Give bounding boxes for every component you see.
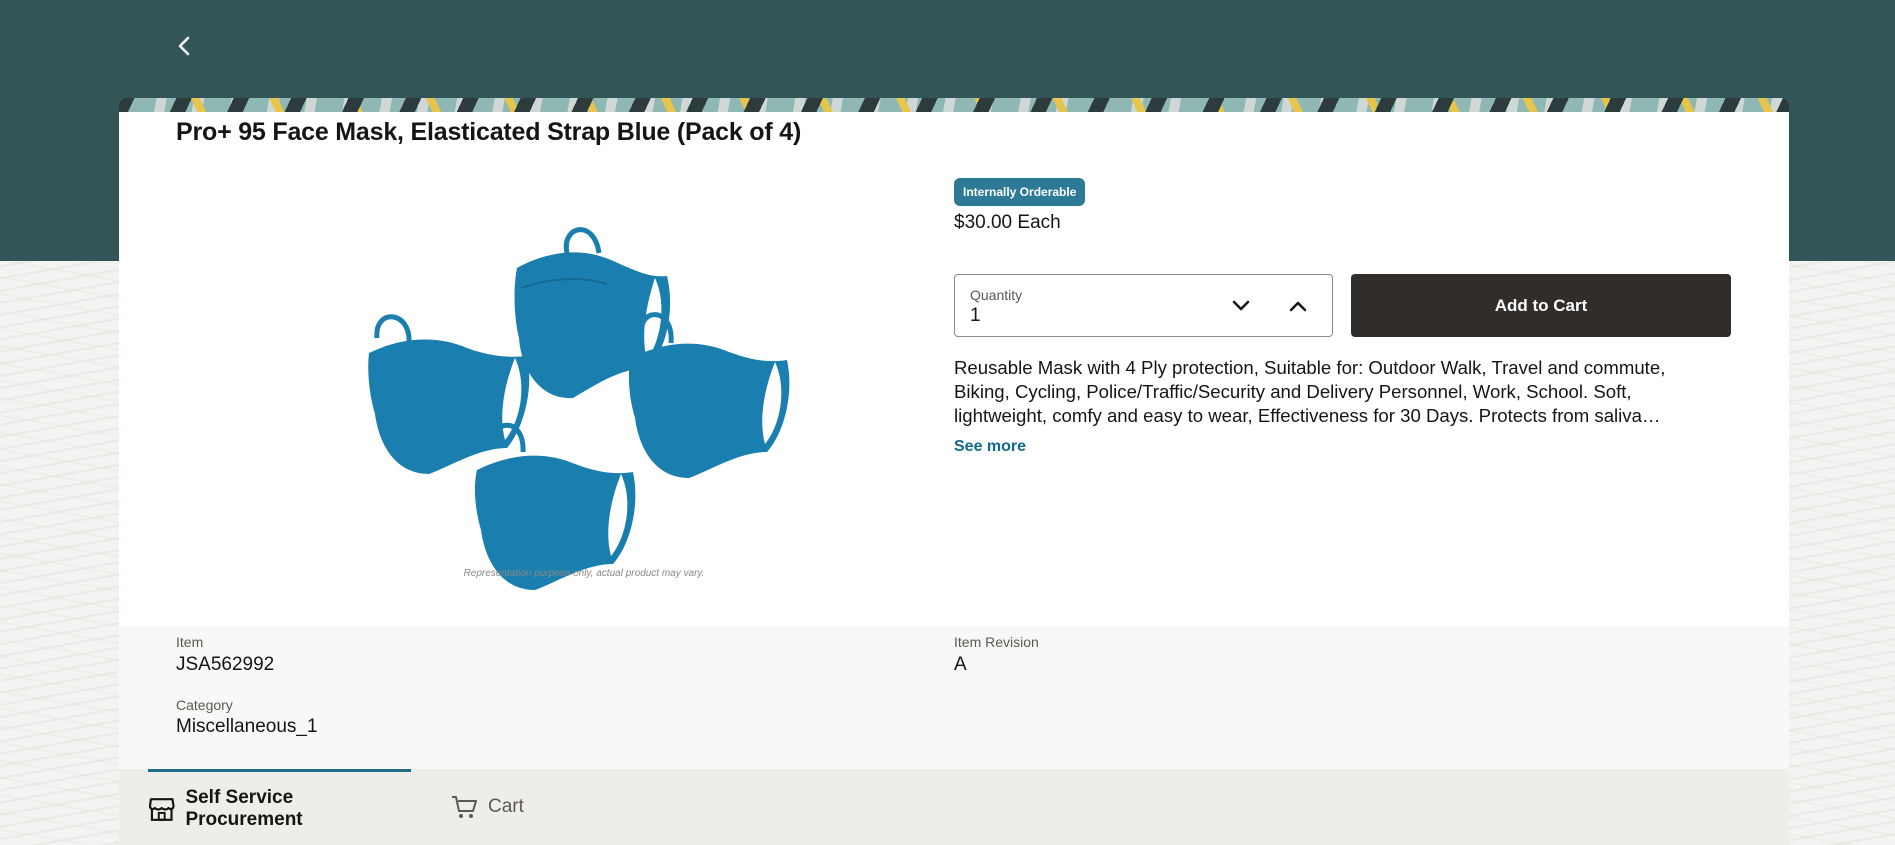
product-image (349, 208, 829, 658)
store-icon (148, 797, 175, 821)
product-card: Pro+ 95 Face Mask, Elasticated Strap Blu… (119, 98, 1789, 845)
category-value: Miscellaneous_1 (176, 716, 318, 737)
decorative-banner (119, 98, 1789, 112)
product-description: Reusable Mask with 4 Ply protection, Sui… (954, 357, 1666, 426)
price: $30.00 Each (954, 212, 1061, 233)
item-label: Item (176, 634, 204, 650)
cart-icon (452, 796, 477, 818)
item-value: JSA562992 (176, 654, 275, 675)
quantity-increase-button[interactable] (1283, 291, 1313, 321)
category-label: Category (176, 697, 233, 713)
item-details: Item JSA562992 Item Revision A Category … (119, 626, 1789, 769)
chevron-down-icon (1232, 300, 1250, 311)
bottom-tab-bar: Self Service Procurement Cart (119, 769, 1789, 845)
image-caption: Representation purpose only, actual prod… (463, 568, 705, 579)
tab-cart[interactable]: Cart (450, 769, 524, 845)
quantity-value[interactable]: 1 (970, 305, 981, 327)
chevron-left-icon (178, 36, 190, 56)
tab-self-service-procurement[interactable]: Self Service Procurement (148, 769, 411, 845)
quantity-decrease-button[interactable] (1226, 291, 1256, 321)
orderable-badge: Internally Orderable (954, 178, 1086, 206)
quantity-stepper[interactable]: Quantity 1 (954, 274, 1333, 337)
tab-label: Cart (488, 796, 524, 817)
back-button[interactable] (170, 32, 198, 60)
chevron-up-icon (1289, 301, 1307, 312)
see-more-link[interactable]: See more (954, 438, 1026, 456)
product-title: Pro+ 95 Face Mask, Elasticated Strap Blu… (176, 118, 802, 146)
add-to-cart-button[interactable]: Add to Cart (1351, 274, 1731, 337)
quantity-label: Quantity (970, 287, 1023, 303)
tab-label: Self Service Procurement (185, 786, 303, 830)
item-revision-label: Item Revision (954, 634, 1039, 650)
item-revision-value: A (954, 654, 967, 675)
